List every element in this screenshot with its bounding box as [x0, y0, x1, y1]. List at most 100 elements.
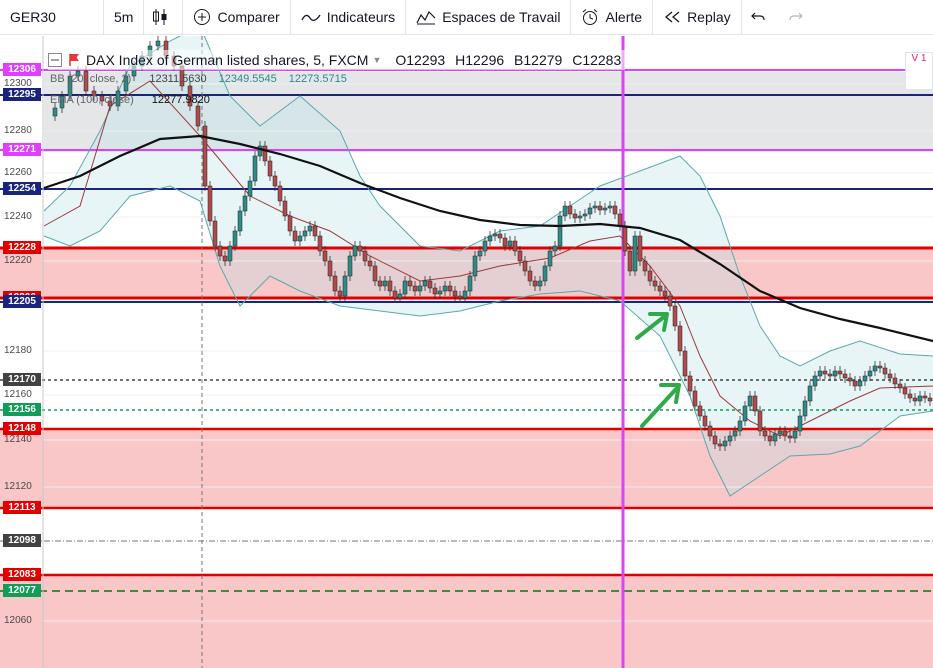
candle-up	[602, 207, 608, 211]
right-side-badge[interactable]: V 1	[905, 52, 933, 90]
candle-down	[852, 380, 858, 387]
candle-down	[667, 295, 673, 307]
price-tag-12254: 12254	[3, 182, 41, 195]
candle-down	[637, 235, 643, 262]
candle-up	[227, 245, 233, 262]
replay-label: Replay	[687, 9, 731, 25]
undo-button[interactable]	[742, 0, 780, 35]
candle-down	[217, 245, 223, 257]
chart-type-button[interactable]	[144, 0, 184, 35]
high-value: H12296	[455, 52, 505, 68]
title-dropdown-icon[interactable]: ▼	[372, 55, 381, 65]
right-badge-text: V 1	[911, 53, 927, 64]
candle-up	[467, 275, 473, 292]
candle-down	[282, 200, 288, 217]
axis-tick-12120: 12120	[4, 481, 32, 492]
price-chart[interactable]	[0, 36, 933, 668]
symbol-title: DAX Index of German listed shares, 5, FX…	[86, 52, 369, 68]
axis-tick-12280: 12280	[4, 125, 32, 136]
axis-tick-12140: 12140	[4, 434, 32, 445]
candle-down	[927, 397, 933, 402]
interval-selector[interactable]: 5m	[104, 0, 145, 35]
price-tag-12156: 12156	[3, 403, 41, 416]
compare-button[interactable]: Comparer	[183, 0, 291, 35]
candle-down	[427, 280, 433, 289]
symbol-selector[interactable]: GER30	[0, 0, 104, 35]
candle-down	[497, 233, 503, 239]
candles-icon	[153, 9, 167, 25]
candle-down	[337, 290, 343, 297]
candle-down	[272, 175, 278, 187]
candle-down	[407, 280, 413, 287]
candle-up	[537, 280, 543, 287]
price-tag-12228: 12228	[3, 241, 41, 254]
candle-down	[757, 410, 763, 432]
candle-down	[837, 370, 843, 375]
undo-icon	[750, 12, 765, 21]
candle-up	[242, 195, 248, 212]
candle-up	[917, 395, 923, 402]
candle-up	[812, 375, 818, 387]
candle-up	[302, 230, 308, 237]
candle-up	[747, 395, 753, 407]
axis-tick-12060: 12060	[4, 615, 32, 626]
bb-label: BB (20, close, 2)	[50, 73, 132, 85]
candle-up	[867, 370, 873, 377]
indicators-button[interactable]: Indicateurs	[291, 0, 407, 35]
ohlc-values: O12293 H12296 B12279 C12283	[389, 52, 621, 68]
collapse-legend-icon[interactable]	[48, 53, 62, 67]
candle-down	[672, 305, 678, 327]
candle-up	[607, 205, 613, 209]
redo-button[interactable]	[780, 0, 818, 35]
alert-button[interactable]: Alerte	[571, 0, 654, 35]
candle-down	[292, 230, 298, 242]
candle-up	[562, 205, 568, 217]
price-tag-12148: 12148	[3, 422, 41, 435]
candle-down	[322, 250, 328, 262]
candle-down	[532, 280, 538, 287]
candle-down	[682, 350, 688, 377]
candle-down	[787, 435, 793, 439]
candle-down	[317, 235, 323, 252]
candle-down	[892, 377, 898, 385]
axis-tick-12220: 12220	[4, 255, 32, 266]
axis-tick-12240: 12240	[4, 211, 32, 222]
candle-up	[862, 375, 868, 382]
chart-area[interactable]: 12300 12280 12260 12240 12220 12180 12160 12140…	[0, 36, 933, 668]
candle-up	[492, 233, 498, 237]
candle-up	[832, 370, 838, 377]
candle-down	[357, 245, 363, 252]
candle-up	[347, 255, 353, 277]
workspaces-icon	[416, 10, 436, 25]
candle-down	[697, 405, 703, 417]
candle-up	[297, 235, 303, 242]
bb-indicator-row[interactable]: BB (20, close, 2) 12311.5630 12349.5545 …	[50, 73, 359, 85]
flag-icon[interactable]	[68, 53, 80, 67]
candle-down	[887, 373, 893, 379]
ema-indicator-row[interactable]: EMA (100, close) 12277.9820	[50, 94, 222, 106]
candle-down	[567, 205, 573, 215]
price-tag-12170: 12170	[3, 373, 41, 386]
candle-down	[922, 395, 928, 399]
low-value: B12279	[514, 52, 563, 68]
candle-up	[742, 405, 748, 422]
candle-down	[627, 250, 633, 272]
candle-down	[277, 185, 283, 202]
plus-circle-icon	[194, 9, 211, 25]
workspaces-button[interactable]: Espaces de Travail	[406, 0, 572, 35]
bb-value-3: 12273.5715	[288, 73, 347, 85]
candle-up	[437, 290, 443, 295]
candle-down	[372, 265, 378, 282]
replay-button[interactable]: Replay	[653, 0, 742, 35]
candle-up	[307, 225, 313, 232]
indicators-label: Indicateurs	[326, 9, 396, 25]
candle-up	[482, 240, 488, 252]
candle-down	[842, 373, 848, 379]
candle-up	[442, 285, 448, 292]
candle-down	[597, 205, 603, 211]
candle-down	[762, 430, 768, 437]
candle-down	[827, 373, 833, 377]
candle-down	[195, 105, 201, 127]
candle-down	[912, 397, 918, 402]
workspaces-label: Espaces de Travail	[442, 9, 561, 25]
